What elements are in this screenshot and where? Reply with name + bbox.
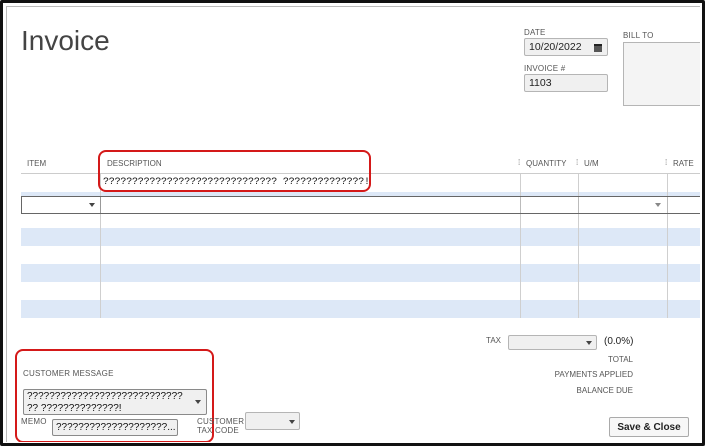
save-close-button[interactable]: Save & Close [609,417,689,437]
date-value: 10/20/2022 [529,41,582,53]
customer-tax-code-label-line1: CUSTOMER [197,417,245,426]
tax-percent: (0.0%) [604,336,634,347]
um-dropdown[interactable] [578,197,668,213]
item-dropdown[interactable] [22,197,101,213]
table-row[interactable] [21,246,700,264]
date-field[interactable]: 10/20/2022 [524,38,608,56]
memo-label: MEMO [21,417,47,426]
column-header-rate[interactable]: RATE [673,159,694,173]
date-label: DATE [524,28,546,37]
customer-tax-code-dropdown[interactable] [245,412,300,430]
table-row[interactable] [21,228,700,246]
column-header-item[interactable]: ITEM [27,159,46,173]
payments-applied-label: PAYMENTS APPLIED [554,370,633,379]
column-divider [520,197,521,213]
invoice-form: Invoice DATE 10/20/2022 INVOICE # 1103 B… [6,6,700,442]
invoice-number-value: 1103 [529,77,552,89]
memo-field[interactable]: ????????????????????... [52,419,178,436]
table-row[interactable] [21,300,700,318]
tax-dropdown[interactable] [508,335,597,350]
column-resize-handle[interactable]: ⁞ [576,158,578,167]
chevron-down-icon[interactable] [586,341,592,345]
chevron-down-icon[interactable] [655,203,661,207]
column-header-um[interactable]: U/M [584,159,599,173]
calendar-icon[interactable] [594,44,602,52]
balance-due-label: BALANCE DUE [576,386,633,395]
bill-to-field[interactable] [623,42,700,106]
tax-label: TAX [486,336,501,345]
table-row[interactable] [21,264,700,282]
highlight-description [98,150,371,192]
invoice-number-field[interactable]: 1103 [524,74,608,92]
active-edit-row[interactable] [21,196,700,214]
table-row[interactable] [21,282,700,300]
memo-value: ????????????????????... [56,422,176,433]
line-items-body: ?????????????????????????????? ?????????… [21,173,700,318]
total-label: TOTAL [607,355,633,364]
column-resize-handle[interactable]: ⁞ [518,158,520,167]
customer-tax-code-label-line2: TAX CODE [197,426,239,435]
invoice-number-label: INVOICE # [524,64,566,73]
bill-to-label: BILL TO [623,31,654,40]
column-header-quantity[interactable]: QUANTITY [526,159,566,173]
column-resize-handle[interactable]: ⁞ [665,158,667,167]
chevron-down-icon[interactable] [89,203,95,207]
chevron-down-icon[interactable] [289,420,295,424]
page-title: Invoice [21,25,110,56]
